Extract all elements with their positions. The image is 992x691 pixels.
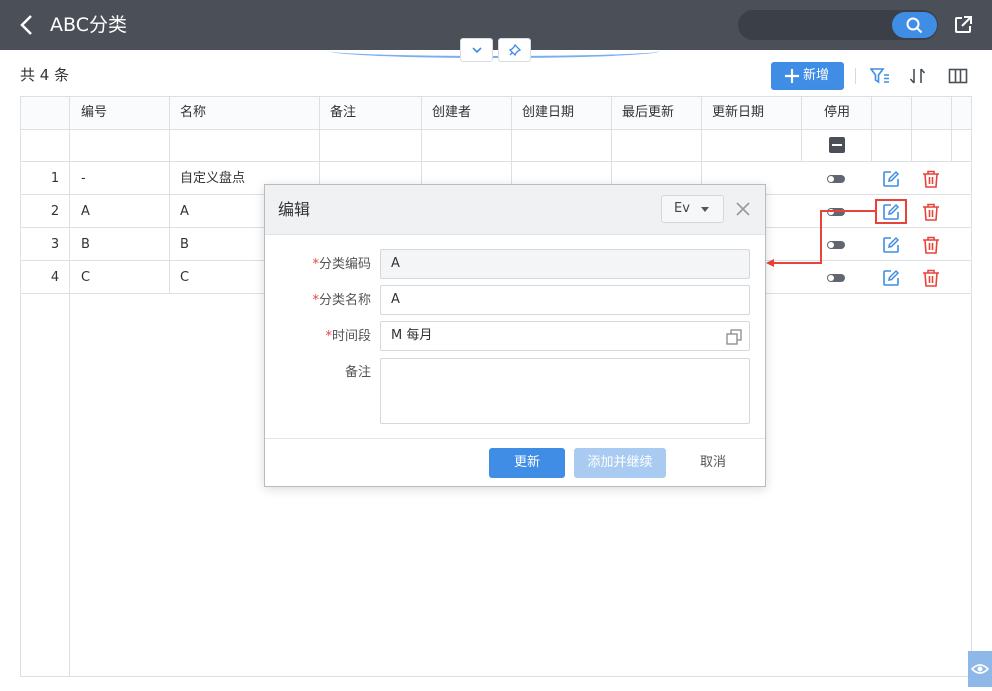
remark-textarea[interactable]: [380, 358, 750, 424]
name-label-text: 分类名称: [318, 293, 371, 308]
visibility-toggle[interactable]: [968, 651, 992, 687]
collapse-button[interactable]: [460, 38, 493, 62]
disable-toggle[interactable]: [827, 241, 845, 249]
export-icon[interactable]: [953, 15, 973, 35]
edit-icon[interactable]: [881, 268, 901, 288]
row-name: A: [180, 204, 189, 219]
row-divider: [21, 161, 971, 162]
row-divider: [21, 129, 971, 130]
row-code: C: [81, 270, 91, 285]
edit-icon[interactable]: [881, 235, 901, 255]
edit-icon[interactable]: [881, 169, 901, 189]
disable-toggle[interactable]: [827, 208, 845, 216]
trash-icon[interactable]: [921, 268, 941, 288]
chevron-down-icon: [472, 47, 482, 54]
col-divider: [169, 97, 170, 294]
period-field[interactable]: M 每月: [380, 321, 750, 351]
row-number: 4: [50, 270, 60, 285]
name-field-label: *分类名称: [265, 293, 371, 309]
close-icon[interactable]: [736, 202, 750, 216]
record-count: 共 4 条: [20, 66, 70, 84]
language-value: Ev: [674, 201, 690, 216]
col-divider: [69, 97, 70, 676]
code-field[interactable]: A: [380, 249, 750, 279]
row-name: B: [180, 237, 189, 252]
top-bar: ABC分类: [0, 0, 992, 50]
period-field-label: *时间段: [265, 329, 371, 345]
col-header-name[interactable]: 名称: [180, 97, 206, 129]
row-code: B: [81, 237, 90, 252]
trash-icon[interactable]: [921, 202, 941, 222]
update-button[interactable]: 更新: [489, 448, 565, 478]
col-header-code[interactable]: 编号: [81, 97, 107, 129]
trash-icon[interactable]: [921, 169, 941, 189]
pin-button[interactable]: [498, 38, 531, 62]
plus-icon: [785, 69, 799, 83]
sort-icon[interactable]: [908, 67, 928, 85]
back-arrow-icon[interactable]: [16, 13, 38, 37]
trash-icon[interactable]: [921, 235, 941, 255]
remark-field-label: 备注: [344, 365, 371, 380]
header-divider: [330, 44, 660, 58]
language-select[interactable]: Ev: [661, 195, 724, 223]
col-header-created-date[interactable]: 创建日期: [522, 97, 574, 129]
pin-icon: [509, 44, 521, 56]
dialog-header: 编辑 Ev: [265, 185, 765, 235]
row-number: 2: [50, 204, 60, 219]
col-header-updated-date[interactable]: 更新日期: [712, 97, 764, 129]
col-header-disabled[interactable]: 停用: [824, 97, 850, 129]
code-label-text: 分类编码: [318, 257, 371, 272]
dialog-footer-divider: [265, 438, 765, 439]
page-title: ABC分类: [50, 14, 127, 36]
add-button-label: 新增: [803, 68, 830, 83]
columns-icon[interactable]: [948, 67, 968, 85]
period-value: M 每月: [391, 328, 433, 343]
filter-icon[interactable]: [870, 67, 890, 85]
toolbar-divider: [855, 68, 856, 84]
disable-toggle[interactable]: [827, 274, 845, 282]
row-code: -: [81, 171, 86, 186]
cancel-button[interactable]: 取消: [685, 448, 741, 478]
eye-icon: [970, 664, 990, 674]
row-number: 1: [50, 171, 60, 186]
picker-icon[interactable]: [726, 329, 742, 345]
search-icon: [906, 17, 923, 34]
col-header-remark[interactable]: 备注: [330, 97, 356, 129]
disabled-filter-checkbox[interactable]: [829, 137, 845, 153]
row-code: A: [81, 204, 90, 219]
col-header-last-updater[interactable]: 最后更新: [622, 97, 674, 129]
period-label-text: 时间段: [331, 329, 371, 344]
row-name: 自定义盘点: [180, 171, 246, 186]
edit-dialog: 编辑 Ev *分类编码 A *分类名称 A *时间段 M 每月 备注 更新 添加…: [264, 184, 766, 487]
row-name: C: [180, 270, 190, 285]
caret-down-icon: [701, 207, 709, 212]
disable-toggle[interactable]: [827, 175, 845, 183]
add-button[interactable]: 新增: [771, 62, 844, 90]
search-button[interactable]: [892, 12, 937, 38]
name-field[interactable]: A: [380, 285, 750, 315]
col-header-creator[interactable]: 创建者: [432, 97, 471, 129]
add-and-continue-button[interactable]: 添加并继续: [574, 448, 666, 478]
edit-highlight-box: [875, 199, 907, 224]
code-field-label: *分类编码: [265, 257, 371, 273]
dialog-title: 编辑: [278, 200, 311, 219]
row-number: 3: [50, 237, 60, 252]
